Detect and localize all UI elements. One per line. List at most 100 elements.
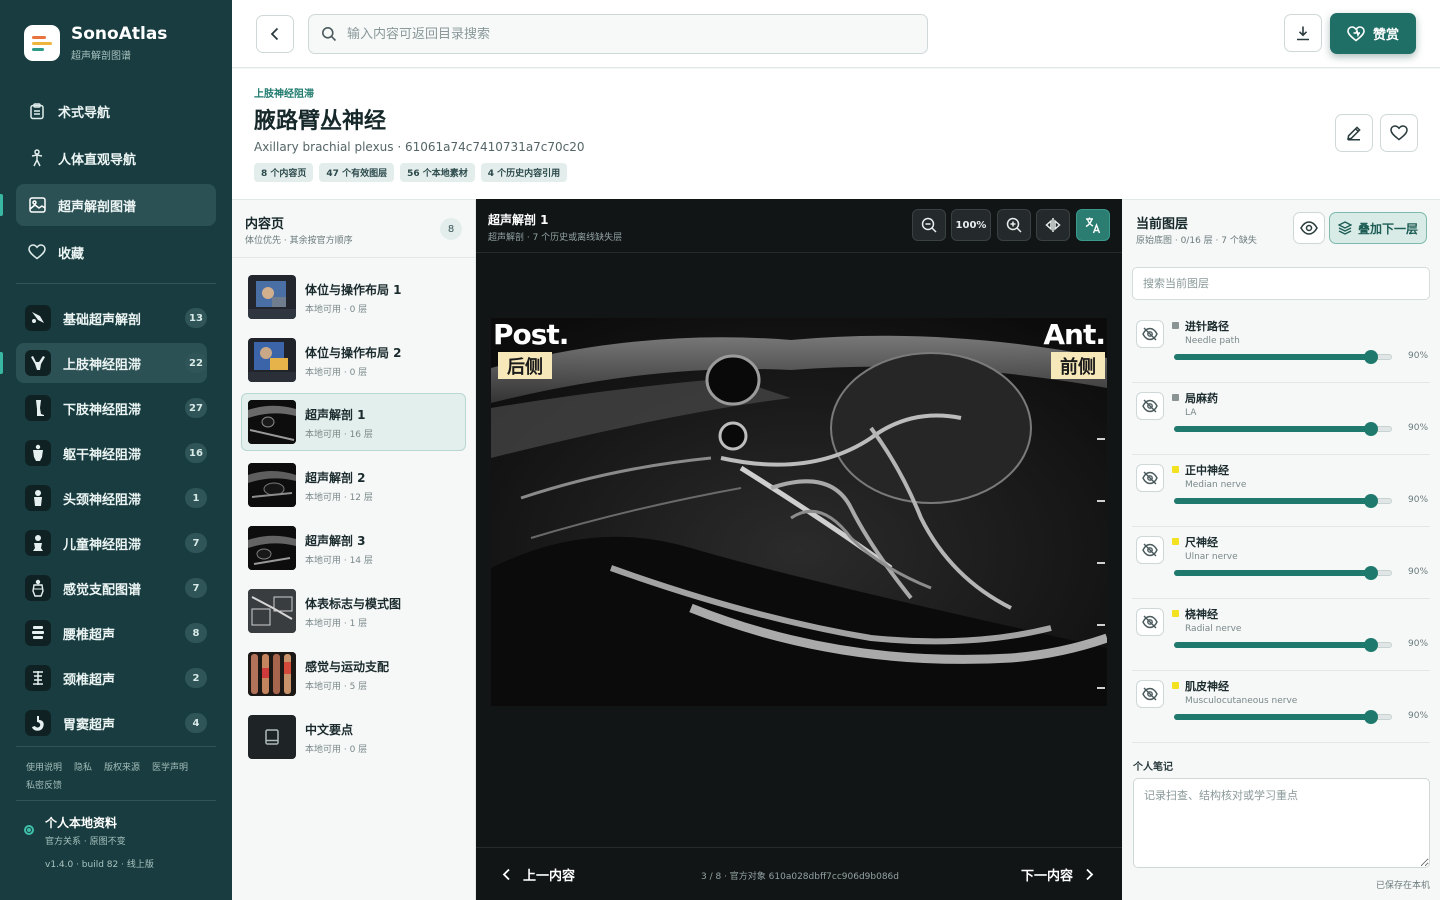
layer-visibility-toggle[interactable] — [1136, 680, 1164, 708]
content-item[interactable]: 体位与操作布局 1 本地可用 · 0 层 — [241, 268, 466, 326]
content-item[interactable]: 感觉与运动支配 本地可用 · 5 层 — [241, 645, 466, 703]
translate-button[interactable] — [1076, 209, 1110, 241]
status-dot — [24, 825, 34, 835]
category-sensory-map[interactable]: 感觉支配图谱 7 — [16, 568, 207, 608]
layer-search-input[interactable] — [1132, 267, 1430, 300]
layer-name: 肌皮神经 — [1185, 680, 1229, 693]
opacity-slider[interactable] — [1174, 494, 1392, 508]
layer-row: 尺神经 Ulnar nerve 90% — [1132, 527, 1430, 599]
add-next-layer-button[interactable]: 叠加下一层 — [1329, 212, 1427, 244]
layer-english-name: Radial nerve — [1185, 624, 1242, 634]
category-count: 27 — [185, 398, 207, 418]
category-trunk[interactable]: 躯干神经阻滞 16 — [16, 433, 207, 473]
content-item-meta: 本地可用 · 16 层 — [305, 430, 373, 440]
category-basic[interactable]: 基础超声解剖 13 — [16, 298, 207, 338]
brand[interactable]: SonoAtlas 超声解剖图谱 — [24, 24, 167, 62]
opacity-slider[interactable] — [1174, 638, 1392, 652]
nav-label: 收藏 — [58, 246, 85, 262]
flip-horizontal-button[interactable] — [1036, 209, 1070, 241]
category-label: 躯干神经阻滞 — [63, 447, 142, 463]
nav-item-procedure[interactable]: 术式导航 — [16, 90, 216, 132]
category-count: 22 — [185, 353, 207, 373]
category-lower-limb[interactable]: 下肢神经阻滞 27 — [16, 388, 207, 428]
favorite-button[interactable] — [1380, 114, 1418, 152]
layer-visibility-toggle[interactable] — [1136, 464, 1164, 492]
content-item[interactable]: 体位与操作布局 2 本地可用 · 0 层 — [241, 331, 466, 389]
layer-visibility-toggle[interactable] — [1136, 536, 1164, 564]
zoom-out-button[interactable] — [912, 209, 946, 241]
prev-content-button[interactable]: 上一内容 — [502, 865, 575, 884]
category-label: 下肢神经阻滞 — [63, 402, 142, 418]
nav-item-favorites[interactable]: 收藏 — [16, 231, 216, 273]
nav-item-atlas[interactable]: 超声解剖图谱 — [0, 184, 216, 226]
layer-name: 局麻药 — [1185, 392, 1218, 405]
search-input[interactable] — [347, 26, 907, 42]
opacity-slider-handle[interactable] — [1364, 710, 1378, 724]
nav-label: 超声解剖图谱 — [58, 199, 137, 215]
layer-visibility-toggle[interactable] — [1136, 392, 1164, 420]
category-upper-limb[interactable]: 上肢神经阻滞 22 — [0, 343, 207, 383]
breadcrumb[interactable]: 上肢神经阻滞 — [254, 85, 314, 100]
content-item[interactable]: 中文要点 本地可用 · 0 层 — [241, 708, 466, 766]
app-logo — [24, 25, 60, 61]
layer-color-swatch — [1172, 538, 1179, 545]
toggle-all-visibility-button[interactable] — [1293, 212, 1325, 244]
layer-name: 进针路径 — [1185, 320, 1229, 333]
opacity-slider-handle[interactable] — [1364, 494, 1378, 508]
child-icon — [25, 530, 51, 556]
footer-link[interactable]: 隐私 — [74, 763, 92, 773]
zoom-in-button[interactable] — [997, 209, 1031, 241]
content-item-active[interactable]: 超声解剖 1 本地可用 · 16 层 — [241, 393, 466, 451]
back-button[interactable] — [256, 15, 294, 53]
viewer-header: 超声解剖 1 超声解剖 · 7 个历史或离线缺失层 100% — [476, 199, 1122, 253]
ultrasound-thumbnail — [248, 463, 296, 507]
stat-chip: 56 个本地素材 — [400, 163, 475, 182]
opacity-slider[interactable] — [1174, 350, 1392, 364]
opacity-value: 90% — [1408, 423, 1429, 433]
heart-plus-icon — [1347, 25, 1365, 42]
footer-link[interactable]: 使用说明 — [26, 763, 62, 773]
ultrasound-scan — [491, 318, 1107, 706]
layer-visibility-toggle[interactable] — [1136, 320, 1164, 348]
edit-button[interactable] — [1335, 114, 1373, 152]
layer-english-name: Needle path — [1185, 336, 1240, 346]
book-thumbnail — [248, 715, 296, 759]
nav-label: 人体直观导航 — [58, 152, 137, 168]
content-item[interactable]: 超声解剖 2 本地可用 · 12 层 — [241, 456, 466, 514]
opacity-slider-handle[interactable] — [1364, 422, 1378, 436]
content-item-meta: 本地可用 · 14 层 — [305, 556, 373, 566]
category-gastric[interactable]: 胃窦超声 4 — [16, 703, 207, 743]
notes-textarea[interactable] — [1133, 778, 1430, 868]
category-label: 儿童神经阻滞 — [63, 537, 142, 553]
category-lumbar[interactable]: 腰椎超声 8 — [16, 613, 207, 653]
opacity-value: 90% — [1408, 711, 1429, 721]
donate-button[interactable]: 赞赏 — [1330, 13, 1416, 54]
layer-visibility-toggle[interactable] — [1136, 608, 1164, 636]
category-pediatric[interactable]: 儿童神经阻滞 7 — [16, 523, 207, 563]
category-cervical[interactable]: 颈椎超声 2 — [16, 658, 207, 698]
stat-chip: 8 个内容页 — [254, 163, 314, 182]
nav-item-body[interactable]: 人体直观导航 — [16, 137, 216, 179]
cervical-spine-icon — [25, 665, 51, 691]
opacity-slider-handle[interactable] — [1364, 638, 1378, 652]
category-label: 基础超声解剖 — [63, 312, 142, 328]
orientation-label-posterior-zh: 后侧 — [498, 352, 552, 379]
opacity-slider[interactable] — [1174, 710, 1392, 724]
opacity-slider[interactable] — [1174, 566, 1392, 580]
footer-link[interactable]: 版权来源 — [104, 763, 140, 773]
download-button[interactable] — [1284, 14, 1322, 52]
opacity-slider-handle[interactable] — [1364, 566, 1378, 580]
footer-link[interactable]: 医学声明 — [152, 763, 188, 773]
content-item[interactable]: 体表标志与模式图 本地可用 · 1 层 — [241, 582, 466, 640]
save-status: 已保存在本机 — [1376, 881, 1431, 891]
footer-link[interactable]: 私密反馈 — [26, 781, 62, 791]
ultrasound-image[interactable]: Post. 后侧 Ant. 前侧 — [491, 318, 1107, 706]
opacity-slider[interactable] — [1174, 422, 1392, 436]
opacity-slider-fill — [1174, 354, 1370, 360]
next-content-button[interactable]: 下一内容 — [1021, 865, 1094, 884]
eye-off-icon — [1142, 327, 1158, 341]
opacity-slider-handle[interactable] — [1364, 350, 1378, 364]
content-item[interactable]: 超声解剖 3 本地可用 · 14 层 — [241, 519, 466, 577]
category-head-neck[interactable]: 头颈神经阻滞 1 — [16, 478, 207, 518]
zoom-level[interactable]: 100% — [951, 209, 991, 241]
